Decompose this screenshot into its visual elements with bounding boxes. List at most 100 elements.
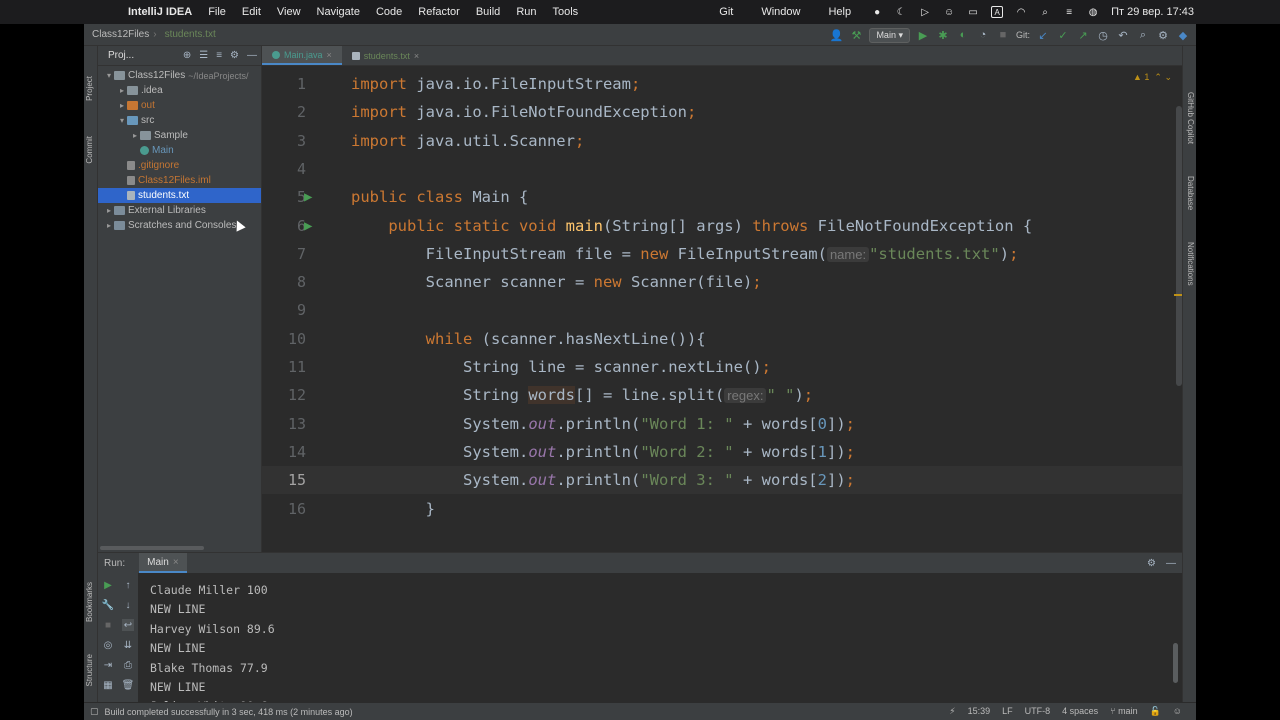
line-number[interactable]: 14	[262, 443, 306, 461]
code-line[interactable]: 15 System.out.println("Word 3: " + words…	[262, 466, 1182, 495]
control-center-icon[interactable]: ≡	[1063, 6, 1075, 18]
project-panel-title[interactable]: Proj...	[98, 50, 134, 61]
menu-window[interactable]: Window	[753, 6, 808, 18]
search-icon[interactable]: ⌕	[1039, 6, 1051, 18]
chevron-icon[interactable]: ▾	[104, 71, 114, 80]
code-line[interactable]: 7 FileInputStream file = new FileInputSt…	[262, 240, 1182, 268]
siri-icon[interactable]: ◍	[1087, 6, 1099, 18]
gutter-run-icon[interactable]: ▶	[304, 218, 312, 234]
jetbrains-icon[interactable]: ◆	[1176, 28, 1190, 42]
line-number[interactable]: 2	[262, 103, 306, 121]
run-configuration-select[interactable]: Main ▾	[869, 27, 910, 43]
coverage-icon[interactable]: ◐	[956, 28, 970, 42]
gear-icon[interactable]: ⚙	[230, 50, 239, 61]
line-number[interactable]: 10	[262, 330, 306, 348]
line-number[interactable]: 3	[262, 132, 306, 150]
input-source-icon[interactable]: A	[991, 6, 1004, 18]
code-line[interactable]: 8 Scanner scanner = new Scanner(file);	[262, 268, 1182, 296]
play-circle-icon[interactable]: ▷	[919, 6, 931, 18]
tree-item[interactable]: students.txt	[98, 188, 261, 203]
menu-run[interactable]: Run	[508, 6, 544, 18]
commit-tool-button[interactable]: Commit	[85, 136, 94, 164]
warning-marker[interactable]	[1174, 294, 1182, 296]
run-tab-main[interactable]: Main ×	[139, 553, 187, 573]
gear-icon[interactable]: ⚙	[1147, 558, 1156, 569]
database-tool-button[interactable]: Database	[1186, 176, 1195, 210]
user-icon[interactable]: 👤	[829, 28, 844, 42]
status-encoding[interactable]: UTF-8	[1025, 706, 1051, 717]
menu-clock[interactable]: Пт 29 вер. 17:43	[1111, 6, 1194, 18]
close-icon[interactable]: ×	[173, 557, 179, 568]
code-line[interactable]: 12 String words[] = line.split(regex: " "…	[262, 381, 1182, 409]
git-commit-icon[interactable]: ✓	[1056, 28, 1070, 42]
menu-app-name[interactable]: IntelliJ IDEA	[120, 6, 200, 18]
history-icon[interactable]: ◷	[1096, 28, 1110, 42]
git-push-icon[interactable]: ↗	[1076, 28, 1090, 42]
status-indent[interactable]: 4 spaces	[1062, 706, 1098, 717]
tab-students-txt[interactable]: students.txt ×	[342, 46, 429, 65]
user-circle-icon[interactable]: ☺	[943, 6, 955, 18]
breadcrumb-project[interactable]: Class12Files	[84, 29, 153, 40]
search-everywhere-icon[interactable]: ⌕	[1136, 28, 1150, 42]
line-number[interactable]: 7	[262, 245, 306, 263]
chevron-icon[interactable]: ▸	[104, 221, 114, 230]
gutter-run-icon[interactable]: ▶	[304, 189, 312, 205]
project-tool-button[interactable]: Project	[85, 76, 94, 101]
status-message[interactable]: Build completed successfully in 3 sec, 4…	[99, 707, 353, 717]
status-line-separator[interactable]: LF	[1002, 706, 1013, 717]
record-icon[interactable]: ●	[871, 6, 883, 18]
hide-icon[interactable]: —	[247, 50, 257, 61]
menu-code[interactable]: Code	[368, 6, 410, 18]
soft-wrap-icon[interactable]: ↩	[122, 619, 134, 631]
line-number[interactable]: 5	[262, 188, 306, 206]
bookmarks-tool-button[interactable]: Bookmarks	[85, 582, 94, 622]
breadcrumb-file[interactable]: students.txt	[157, 29, 220, 40]
chevron-icon[interactable]: ▸	[117, 101, 127, 110]
code-line[interactable]: 4	[262, 155, 1182, 183]
layout-icon[interactable]: ▦	[102, 679, 114, 691]
stop-icon[interactable]: ■	[102, 619, 114, 631]
expand-all-icon[interactable]: ☰	[199, 50, 208, 61]
exit-icon[interactable]: ⇥	[102, 659, 114, 671]
print-icon[interactable]: ⎙	[122, 659, 134, 671]
code-line[interactable]: 13 System.out.println("Word 1: " + words…	[262, 410, 1182, 438]
chevron-icon[interactable]: ▾	[117, 116, 127, 125]
menu-view[interactable]: View	[269, 6, 309, 18]
collapse-all-icon[interactable]: ≡	[216, 50, 222, 61]
battery-icon[interactable]: ▭	[967, 6, 979, 18]
menu-refactor[interactable]: Refactor	[410, 6, 468, 18]
warnings-indicator[interactable]: ▲ 1 ⌃ ⌄	[1133, 72, 1172, 83]
tree-item[interactable]: Class12Files.iml	[98, 173, 261, 188]
menu-navigate[interactable]: Navigate	[309, 6, 368, 18]
scroll-to-end-icon[interactable]: ⇊	[122, 639, 134, 651]
notifications-tool-button[interactable]: Notifications	[1186, 242, 1195, 286]
line-number[interactable]: 4	[262, 160, 306, 178]
trash-icon[interactable]: 🗑	[122, 679, 135, 691]
down-arrow-icon[interactable]: ↓	[122, 599, 134, 611]
code-line[interactable]: 9	[262, 296, 1182, 324]
tab-main-java[interactable]: Main.java ×	[262, 46, 342, 65]
lock-icon[interactable]: 🔓	[1150, 706, 1161, 717]
tree-item[interactable]: ▾ src	[98, 113, 261, 128]
line-number[interactable]: 16	[262, 500, 306, 518]
line-number[interactable]: 11	[262, 358, 306, 376]
settings-icon[interactable]: ⚙	[1156, 28, 1170, 42]
status-caret-position[interactable]: 15:39	[968, 706, 991, 717]
line-number[interactable]: 13	[262, 415, 306, 433]
line-number[interactable]: 8	[262, 273, 306, 291]
copilot-tool-button[interactable]: GitHub Copilot	[1186, 92, 1195, 144]
chevron-icon[interactable]: ▸	[130, 131, 140, 140]
status-layout-icon[interactable]: ▢	[84, 706, 99, 717]
project-scrollbar[interactable]	[100, 546, 204, 550]
status-power-icon[interactable]: ⚡	[949, 706, 955, 717]
run-icon[interactable]: ▶	[916, 28, 930, 42]
code-area[interactable]: 1 import java.io.FileInputStream; 2 import …	[262, 66, 1182, 552]
git-update-icon[interactable]: ↙	[1036, 28, 1050, 42]
hide-icon[interactable]: —	[1166, 558, 1176, 569]
moon-icon[interactable]: ☾	[895, 6, 907, 18]
code-line[interactable]: 16 }	[262, 495, 1182, 523]
code-line[interactable]: 1 import java.io.FileInputStream;	[262, 70, 1182, 98]
code-line[interactable]: 11 String line = scanner.nextLine();	[262, 353, 1182, 381]
target-icon[interactable]: ⊕	[183, 50, 191, 61]
code-line[interactable]: 3 import java.util.Scanner;	[262, 127, 1182, 155]
